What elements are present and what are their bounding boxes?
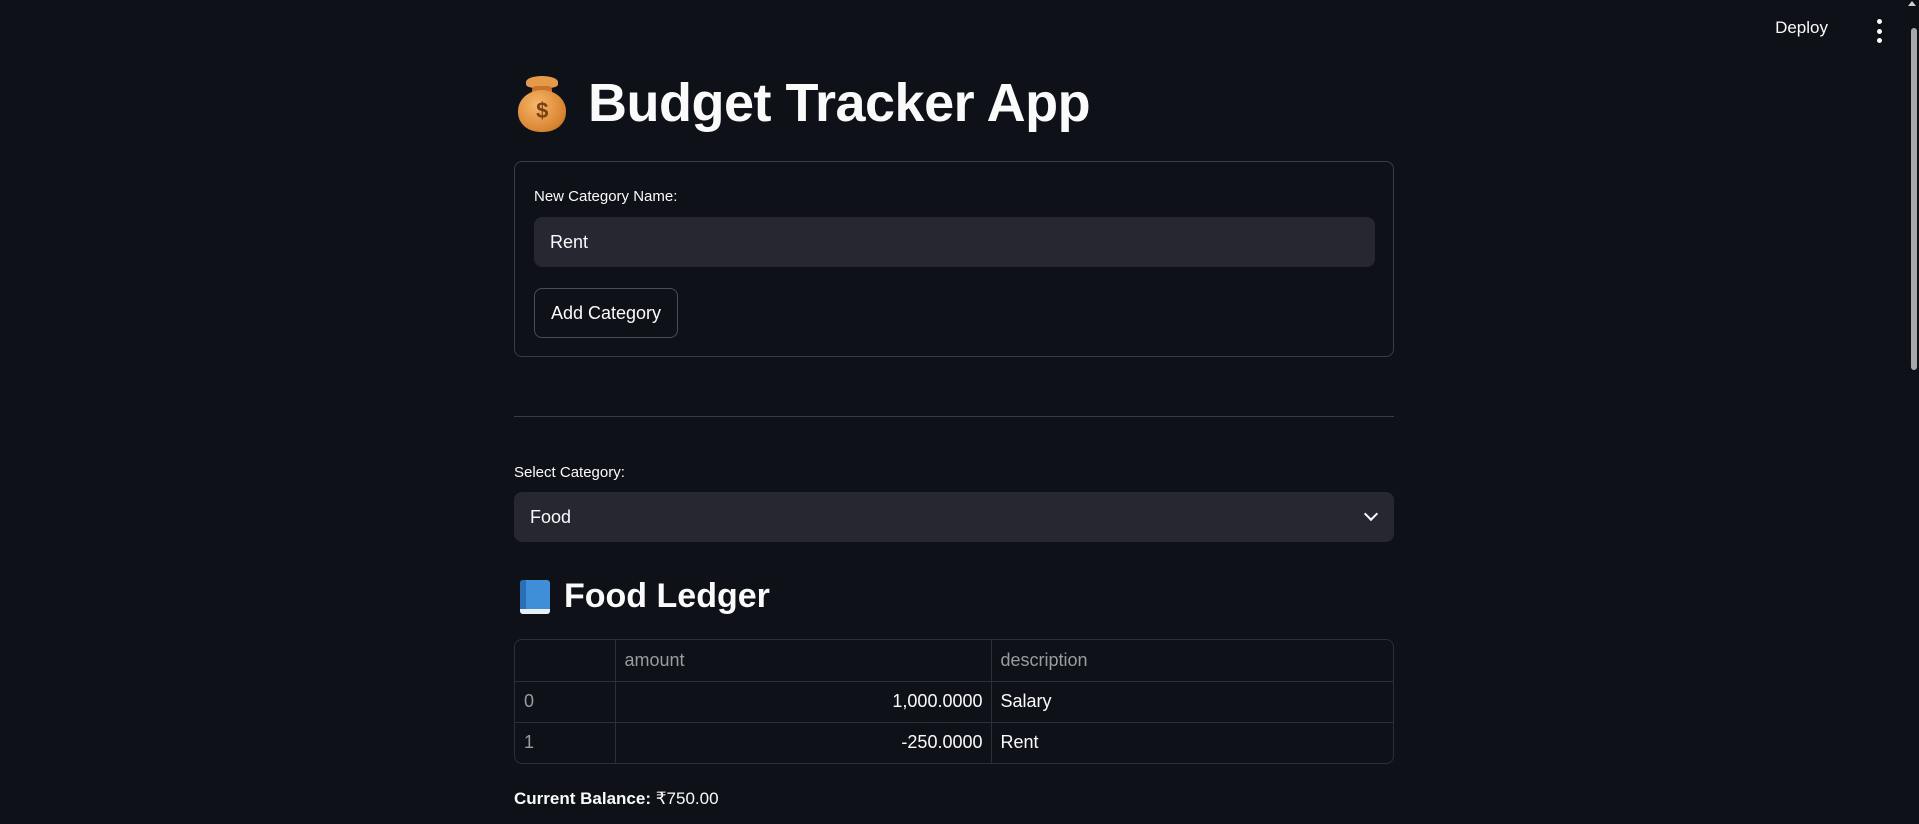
- current-balance-label: Current Balance:: [514, 789, 651, 808]
- current-balance-value: ₹750.00: [655, 789, 719, 808]
- row-index[interactable]: 0: [515, 681, 616, 723]
- amount-cell[interactable]: 1,000.0000: [615, 681, 992, 723]
- select-category-label: Select Category:: [514, 464, 625, 481]
- chevron-down-icon: [1363, 506, 1379, 522]
- category-select-value: Food: [530, 506, 572, 527]
- money-bag-icon: $: [514, 74, 568, 132]
- table-header-row: amount description: [515, 640, 1393, 682]
- column-header-description[interactable]: description: [991, 640, 1393, 682]
- current-balance: Current Balance: ₹750.00: [514, 789, 719, 809]
- top-bar: Deploy: [0, 0, 1919, 60]
- ledger-table[interactable]: amount description 0 1,000.0000 Salary 1…: [514, 639, 1394, 764]
- add-category-button[interactable]: Add Category: [534, 288, 678, 338]
- column-header-index[interactable]: [515, 640, 616, 682]
- column-header-amount[interactable]: amount: [615, 640, 992, 682]
- scrollbar[interactable]: [1907, 0, 1919, 824]
- description-cell[interactable]: Rent: [991, 722, 1393, 763]
- new-category-input[interactable]: Rent: [534, 217, 1375, 267]
- table-row: 0 1,000.0000 Salary: [515, 681, 1393, 723]
- table-row: 1 -250.0000 Rent: [515, 722, 1393, 763]
- page-title-text: Budget Tracker App: [588, 73, 1091, 133]
- amount-cell[interactable]: -250.0000: [615, 722, 992, 763]
- row-index[interactable]: 1: [515, 722, 616, 763]
- new-category-form: New Category Name: Rent Add Category: [514, 161, 1394, 357]
- scrollbar-thumb[interactable]: [1911, 28, 1917, 370]
- divider: [514, 416, 1394, 417]
- ledger-heading: Food Ledger: [520, 577, 770, 616]
- blue-book-icon: [520, 579, 550, 614]
- page-title: $ Budget Tracker App: [514, 72, 1091, 134]
- deploy-button[interactable]: Deploy: [1775, 18, 1828, 38]
- category-select[interactable]: Food: [514, 492, 1394, 542]
- ledger-heading-text: Food Ledger: [564, 577, 770, 615]
- new-category-input-value: Rent: [550, 231, 589, 252]
- description-cell[interactable]: Salary: [991, 681, 1393, 723]
- scroll-up-arrow-icon[interactable]: [1908, 1, 1916, 6]
- kebab-menu-icon[interactable]: [1869, 19, 1889, 43]
- new-category-label: New Category Name:: [534, 188, 678, 205]
